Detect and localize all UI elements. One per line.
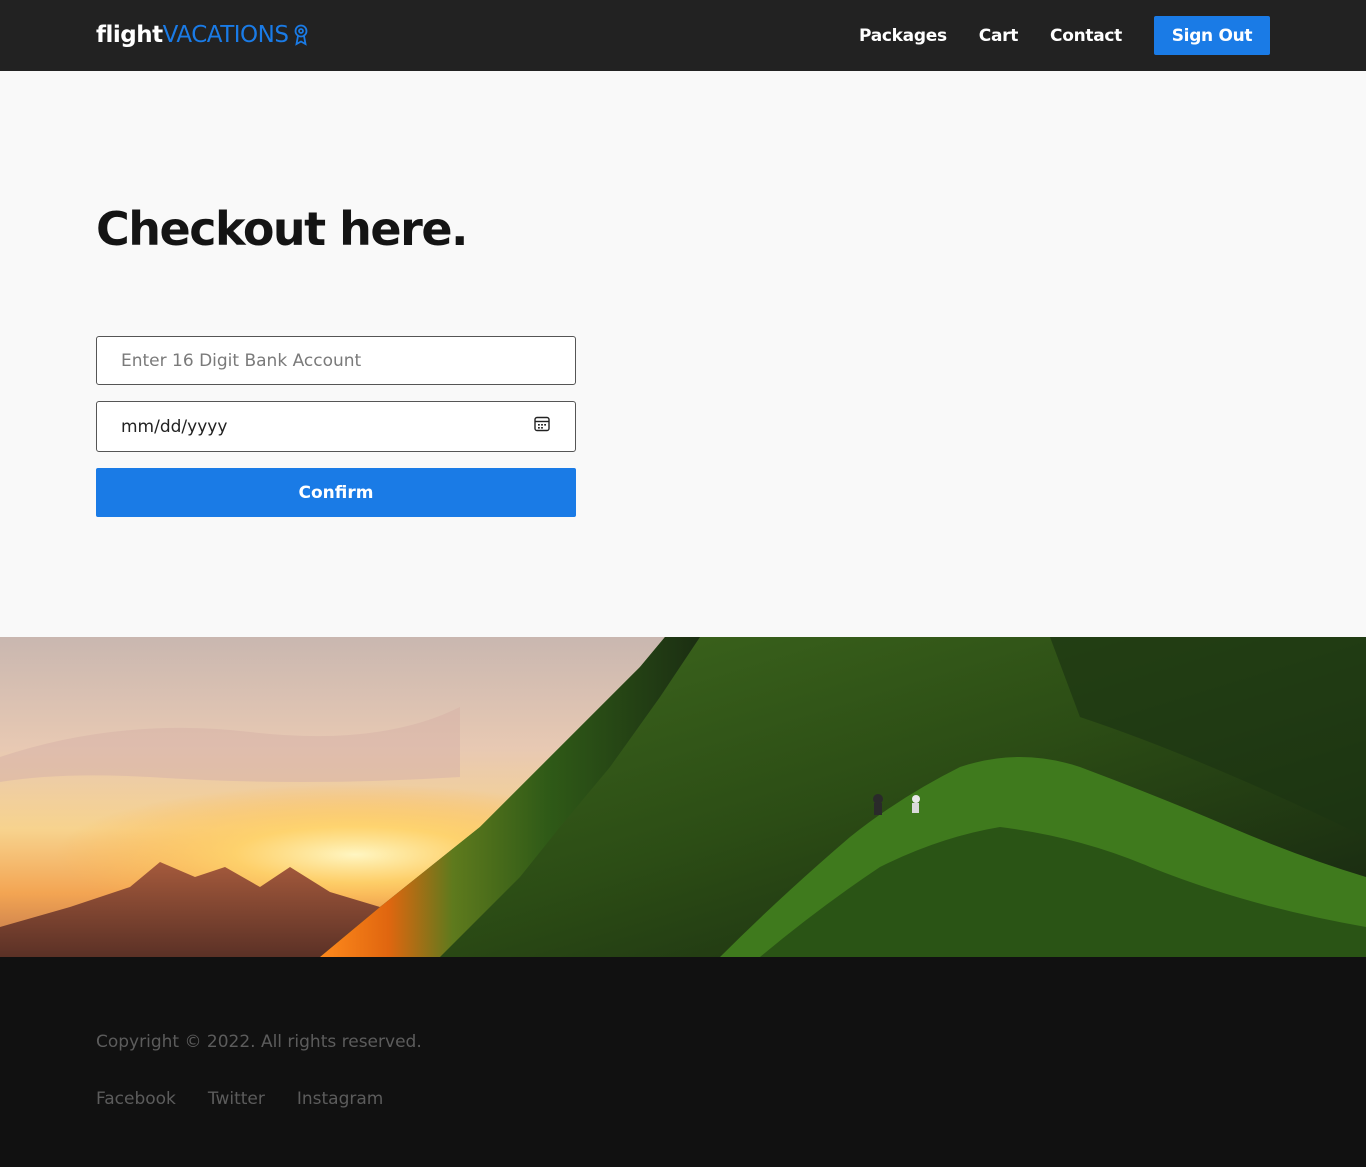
page-title: Checkout here.: [96, 202, 469, 256]
sign-out-button[interactable]: Sign Out: [1154, 16, 1270, 55]
award-icon: [293, 24, 309, 46]
main-nav: Packages Cart Contact Sign Out: [859, 16, 1270, 55]
twitter-link[interactable]: Twitter: [208, 1089, 265, 1109]
social-links: Facebook Twitter Instagram: [96, 1089, 415, 1109]
top-navbar: flight VACATIONS Packages Cart Contact S…: [0, 0, 1366, 71]
instagram-link[interactable]: Instagram: [297, 1089, 384, 1109]
mountain-sunset-photo: [0, 637, 1366, 957]
confirm-button[interactable]: Confirm: [96, 468, 576, 517]
nav-link-contact[interactable]: Contact: [1050, 26, 1122, 46]
brand-logo[interactable]: flight VACATIONS: [96, 22, 309, 48]
logo-primary-text: flight: [96, 22, 163, 48]
facebook-link[interactable]: Facebook: [96, 1089, 176, 1109]
logo-secondary-text: VACATIONS: [162, 22, 289, 48]
date-input[interactable]: mm/dd/yyyy: [96, 401, 576, 452]
calendar-icon[interactable]: [533, 415, 551, 438]
nav-link-cart[interactable]: Cart: [979, 26, 1019, 46]
bank-account-input[interactable]: [96, 336, 576, 385]
nav-link-packages[interactable]: Packages: [859, 26, 947, 46]
date-input-text: mm/dd/yyyy: [121, 416, 228, 437]
copyright-text: Copyright © 2022. All rights reserved.: [96, 1032, 422, 1052]
site-footer: Copyright © 2022. All rights reserved. F…: [0, 957, 1366, 1167]
